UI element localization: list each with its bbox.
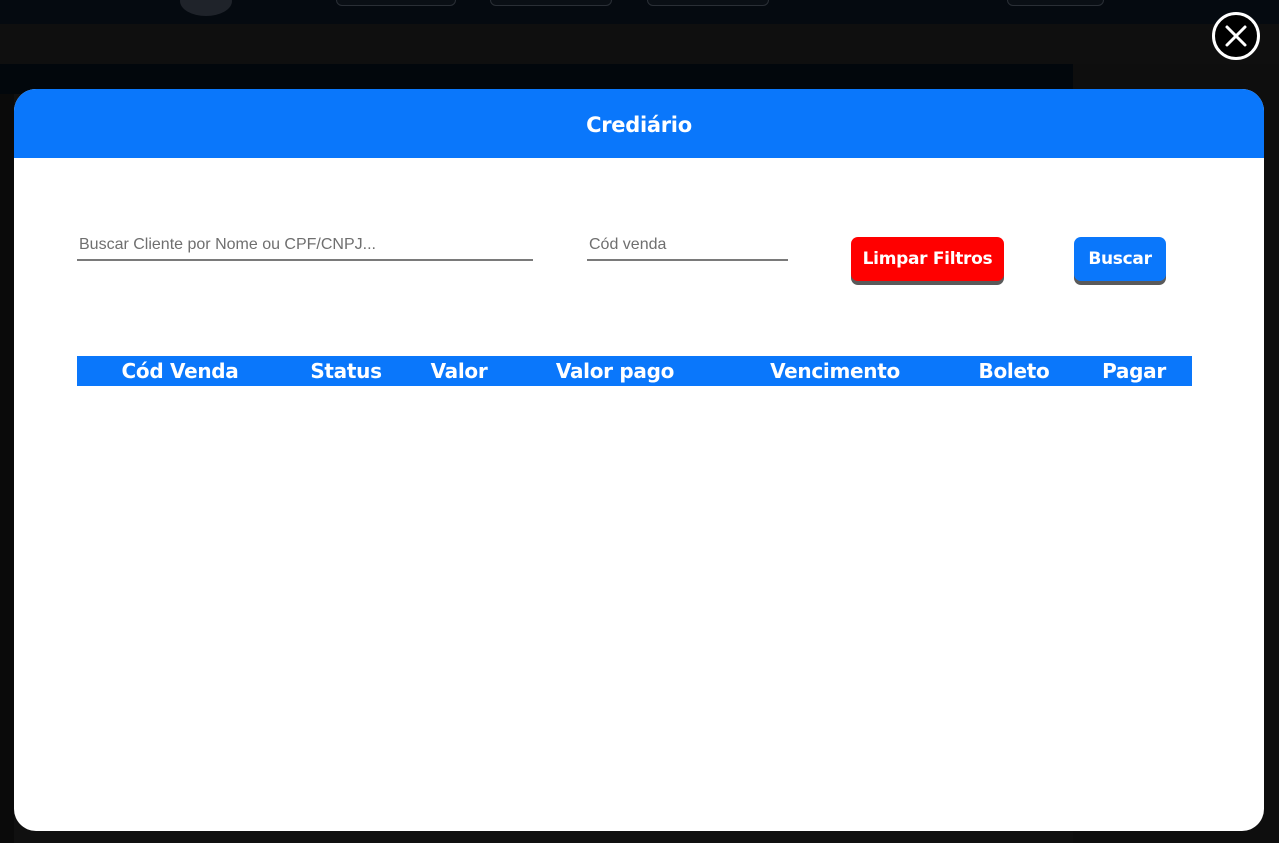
- background-tab: [490, 0, 612, 6]
- background-side: [0, 94, 14, 843]
- sale-code-input[interactable]: [587, 235, 788, 261]
- background-band: [0, 24, 1279, 64]
- modal-header: Crediário: [14, 89, 1264, 158]
- close-modal-button[interactable]: [1212, 12, 1260, 60]
- search-button[interactable]: Buscar: [1074, 237, 1166, 281]
- background-tab: [336, 0, 456, 6]
- column-header-sale-code: Cód Venda: [121, 359, 239, 383]
- table-header: Cód Venda Status Valor Valor pago Vencim…: [77, 356, 1192, 386]
- column-header-boleto: Boleto: [978, 359, 1050, 383]
- column-header-status: Status: [310, 359, 382, 383]
- client-search-input[interactable]: [77, 235, 533, 261]
- clear-filters-button[interactable]: Limpar Filtros: [851, 237, 1004, 281]
- column-header-pay: Pagar: [1102, 359, 1166, 383]
- column-header-due-date: Vencimento: [770, 359, 900, 383]
- background-tab: [647, 0, 769, 6]
- column-header-paid-value: Valor pago: [555, 359, 675, 383]
- background-tab: [1007, 0, 1104, 6]
- modal-title: Crediário: [586, 112, 692, 137]
- column-header-value: Valor: [430, 359, 488, 383]
- close-icon: [1225, 25, 1247, 47]
- crediario-modal: Crediário Limpar Filtros Buscar Cód Vend…: [14, 89, 1264, 831]
